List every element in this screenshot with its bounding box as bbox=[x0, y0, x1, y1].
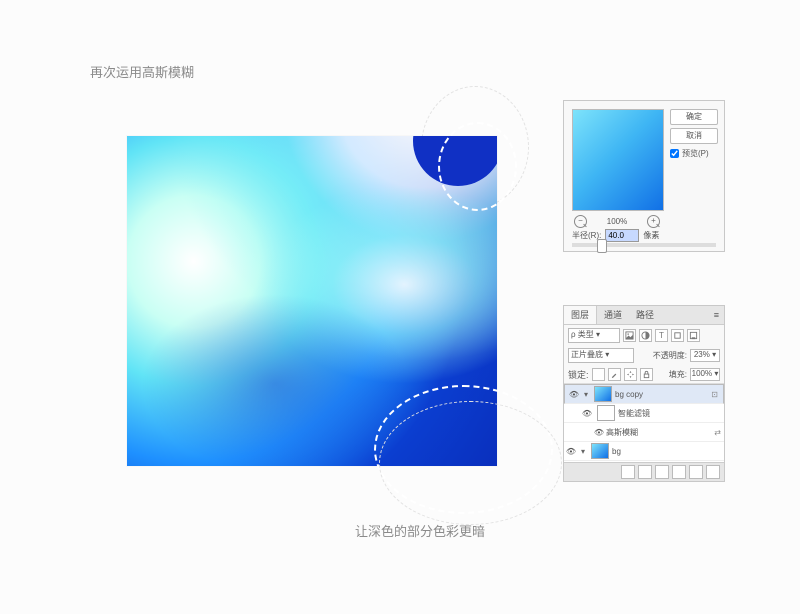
layer-style-icon[interactable] bbox=[638, 465, 652, 479]
tab-paths[interactable]: 路径 bbox=[629, 306, 661, 324]
filter-name: 高斯模糊 bbox=[606, 427, 714, 438]
zoom-out-icon[interactable] bbox=[574, 215, 587, 228]
zoom-percentage: 100% bbox=[607, 217, 627, 226]
delete-layer-icon[interactable] bbox=[706, 465, 720, 479]
tab-layers[interactable]: 图层 bbox=[564, 306, 597, 324]
panel-menu-icon[interactable]: ≡ bbox=[709, 306, 724, 324]
radius-unit: 像素 bbox=[643, 230, 659, 241]
blend-mode-select[interactable]: 正片叠底 ▾ bbox=[568, 348, 634, 363]
filter-image-icon[interactable] bbox=[623, 329, 636, 342]
layer-list: ▾ bg copy ⊡ 智能滤镜 高斯模糊 ⇄ ▾ bg 智能滤镜 bbox=[564, 384, 724, 462]
lock-all-icon[interactable] bbox=[640, 368, 653, 381]
new-group-icon[interactable] bbox=[672, 465, 686, 479]
opacity-label: 不透明度: bbox=[653, 350, 687, 361]
move-icon bbox=[626, 370, 635, 379]
cancel-button[interactable]: 取消 bbox=[670, 128, 718, 144]
visibility-toggle[interactable] bbox=[564, 447, 578, 456]
blur-preview[interactable] bbox=[572, 109, 664, 211]
text-icon: T bbox=[657, 331, 666, 340]
radius-slider-thumb[interactable] bbox=[597, 239, 607, 253]
selection-ellipse-small[interactable] bbox=[438, 122, 517, 211]
visibility-toggle[interactable] bbox=[567, 390, 581, 399]
filter-text-icon[interactable]: T bbox=[655, 329, 668, 342]
svg-text:T: T bbox=[659, 331, 664, 340]
shape-icon bbox=[673, 331, 682, 340]
preview-checkbox-input[interactable] bbox=[670, 149, 679, 158]
adjust-icon bbox=[641, 331, 650, 340]
filter-smart-icon[interactable] bbox=[687, 329, 700, 342]
visibility-toggle[interactable] bbox=[580, 409, 594, 418]
image-icon bbox=[625, 331, 634, 340]
radius-slider[interactable] bbox=[572, 243, 716, 247]
fill-input[interactable]: 100% ▾ bbox=[690, 368, 720, 381]
layer-name[interactable]: bg copy bbox=[615, 390, 711, 399]
filter-shape-icon[interactable] bbox=[671, 329, 684, 342]
gaussian-blur-dialog: 确定 取消 预览(P) 100% 半径(R): 像素 bbox=[563, 100, 725, 252]
layer-thumbnail[interactable] bbox=[594, 386, 612, 402]
filter-row[interactable]: 高斯模糊 ⇄ bbox=[564, 423, 724, 442]
layer-row[interactable]: ▾ bg bbox=[564, 442, 724, 461]
ok-button[interactable]: 确定 bbox=[670, 109, 718, 125]
selection-ghost-main bbox=[379, 401, 562, 525]
smart-filters-label: 智能滤镜 bbox=[618, 408, 724, 419]
link-layers-icon[interactable] bbox=[621, 465, 635, 479]
layer-name[interactable]: bg bbox=[612, 447, 724, 456]
layers-panel: 图层 通道 路径 ≡ ρ 类型 ▾ T 正片叠底 ▾ 不透明度: 23% ▾ 锁… bbox=[563, 305, 725, 482]
expand-toggle[interactable]: ▾ bbox=[581, 390, 591, 399]
lock-transparency-icon[interactable] bbox=[592, 368, 605, 381]
filter-edit-icon[interactable]: ⇄ bbox=[714, 428, 721, 437]
radius-input[interactable] bbox=[605, 229, 639, 242]
layer-row[interactable]: ▾ bg copy ⊡ bbox=[564, 384, 724, 404]
filter-adjust-icon[interactable] bbox=[639, 329, 652, 342]
layer-mask-icon[interactable] bbox=[655, 465, 669, 479]
zoom-in-icon[interactable] bbox=[647, 215, 660, 228]
lock-icon bbox=[642, 370, 651, 379]
lock-pixels-icon[interactable] bbox=[608, 368, 621, 381]
preview-checkbox-label: 预览(P) bbox=[682, 148, 709, 159]
lock-position-icon[interactable] bbox=[624, 368, 637, 381]
visibility-toggle[interactable] bbox=[592, 428, 606, 437]
layers-dock bbox=[564, 462, 724, 481]
fill-label: 填充: bbox=[669, 369, 687, 380]
expand-toggle[interactable]: ▾ bbox=[578, 447, 588, 456]
instruction-top: 再次运用高斯模糊 bbox=[90, 62, 194, 81]
layer-thumbnail[interactable] bbox=[591, 443, 609, 459]
panel-tabs: 图层 通道 路径 ≡ bbox=[564, 306, 724, 325]
opacity-input[interactable]: 23% ▾ bbox=[690, 349, 720, 362]
kind-select[interactable]: ρ 类型 ▾ bbox=[568, 328, 620, 343]
filter-mask-thumbnail[interactable] bbox=[597, 405, 615, 421]
lock-label: 锁定: bbox=[568, 368, 589, 381]
smart-object-icon[interactable]: ⊡ bbox=[711, 390, 718, 399]
brush-icon bbox=[610, 370, 619, 379]
smart-filters-row[interactable]: 智能滤镜 bbox=[564, 404, 724, 423]
preview-checkbox[interactable]: 预览(P) bbox=[670, 147, 718, 159]
new-layer-icon[interactable] bbox=[689, 465, 703, 479]
tab-channels[interactable]: 通道 bbox=[597, 306, 629, 324]
smart-icon bbox=[689, 331, 698, 340]
